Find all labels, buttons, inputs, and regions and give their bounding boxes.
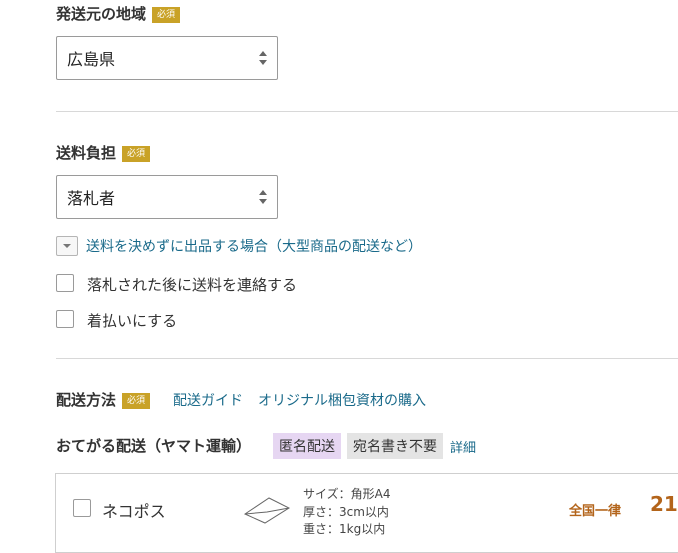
required-badge: 必須	[122, 145, 151, 162]
nekopos-checkbox[interactable]	[73, 499, 91, 517]
price-value: 21	[650, 492, 678, 516]
no-shipping-cost-link[interactable]: 送料を決めずに出品する場合（大型商品の配送など）	[86, 236, 422, 256]
packaging-purchase-link[interactable]: オリジナル梱包資材の購入	[258, 390, 426, 410]
no-address-tag: 宛名書き不要	[347, 433, 443, 459]
nekopos-label: ネコポス	[102, 502, 166, 521]
spec-size: サイズ：角形A4	[303, 487, 391, 501]
origin-region-label-text: 発送元の地域	[56, 5, 147, 23]
origin-region-value: 広島県	[67, 50, 116, 69]
section-divider	[56, 111, 678, 112]
service-title: おてがる配送（ヤマト運輸）	[56, 437, 252, 455]
delivery-method-label: 配送方法 必須	[56, 389, 151, 410]
shipping-cost-select[interactable]: 落札者	[56, 175, 278, 219]
select-arrows-icon	[259, 190, 267, 204]
spec-thickness: 厚さ：3cm以内	[303, 505, 389, 519]
delivery-guide-link[interactable]: 配送ガイド	[173, 390, 243, 410]
origin-region-select[interactable]: 広島県	[56, 36, 278, 80]
spec-weight: 重さ：1kg以内	[303, 522, 386, 536]
envelope-icon	[243, 497, 291, 524]
flat-rate-label: 全国一律	[569, 504, 622, 519]
chevron-down-icon	[63, 244, 71, 248]
select-arrows-icon	[259, 51, 267, 65]
required-badge: 必須	[122, 392, 151, 409]
section-divider	[56, 358, 678, 359]
origin-region-label: 発送元の地域 必須	[56, 3, 181, 24]
required-badge: 必須	[152, 6, 181, 23]
cash-on-delivery-label: 着払いにする	[87, 312, 178, 330]
details-link[interactable]: 詳細	[450, 437, 476, 456]
shipping-cost-value: 落札者	[67, 189, 116, 208]
delivery-method-label-text: 配送方法	[56, 391, 117, 409]
notify-shipping-label: 落札された後に送料を連絡する	[87, 276, 298, 294]
anonymous-shipping-tag: 匿名配送	[273, 433, 341, 459]
cash-on-delivery-checkbox[interactable]	[56, 310, 74, 328]
expand-toggle[interactable]	[56, 236, 78, 256]
shipping-cost-label: 送料負担 必須	[56, 142, 151, 163]
shipping-cost-label-text: 送料負担	[56, 144, 117, 162]
notify-shipping-checkbox[interactable]	[56, 274, 74, 292]
